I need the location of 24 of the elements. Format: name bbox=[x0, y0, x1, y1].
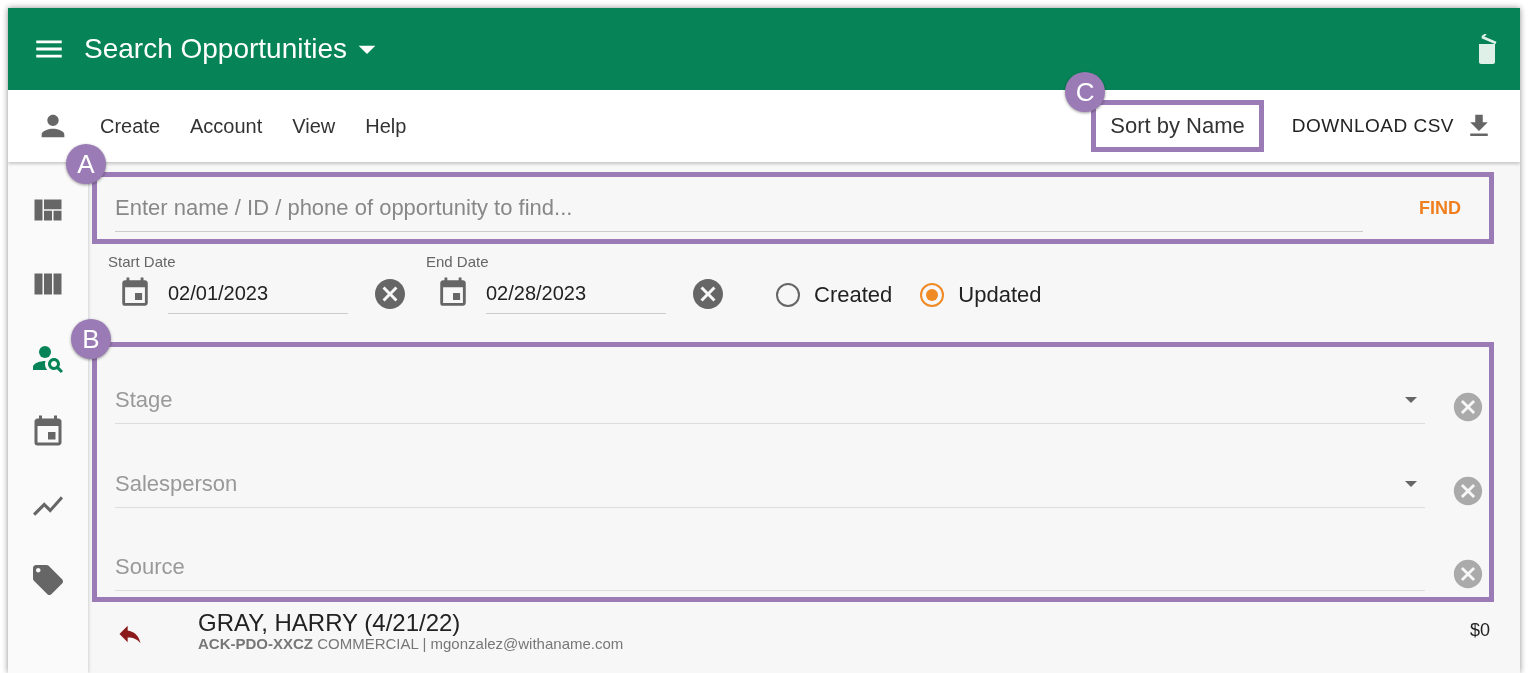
radio-label: Created bbox=[814, 282, 893, 308]
date-label: End Date bbox=[426, 253, 490, 270]
date-field[interactable]: 02/28/2023 bbox=[486, 278, 666, 314]
page-title: Search Opportunities bbox=[84, 33, 348, 65]
dropdown-caret-icon bbox=[1405, 397, 1417, 404]
bin-icon[interactable] bbox=[1476, 34, 1498, 64]
dropdown-caret-icon bbox=[1405, 480, 1417, 487]
date-field[interactable]: 02/01/2023 bbox=[168, 278, 348, 314]
result-details: ACK-PDO-XXCZ COMMERCIAL | mgonzalez@withaname.com bbox=[198, 636, 625, 652]
radio-button[interactable] bbox=[920, 283, 945, 307]
result-title[interactable]: GRAY, HARRY (4/21/22) bbox=[198, 610, 1416, 636]
download-csv-button[interactable]: DOWNLOAD CSV bbox=[1291, 111, 1494, 141]
menu-item[interactable]: View bbox=[292, 114, 336, 138]
search-field[interactable]: Enter name / ID / phone of opportunity to find... bbox=[115, 184, 1363, 232]
menu-item[interactable]: Account bbox=[190, 114, 263, 138]
radio-label: Updated bbox=[958, 282, 1042, 308]
menu-item[interactable]: Create bbox=[100, 114, 161, 138]
callout-badge: B bbox=[71, 319, 111, 359]
tag-icon[interactable] bbox=[30, 562, 66, 598]
sort-button[interactable]: Sort by Name bbox=[1091, 100, 1264, 152]
date-label: Start Date bbox=[108, 253, 177, 270]
menu-item[interactable]: Help bbox=[365, 114, 407, 138]
radio-button[interactable] bbox=[776, 283, 800, 307]
result-amount: $0 bbox=[1469, 620, 1490, 641]
